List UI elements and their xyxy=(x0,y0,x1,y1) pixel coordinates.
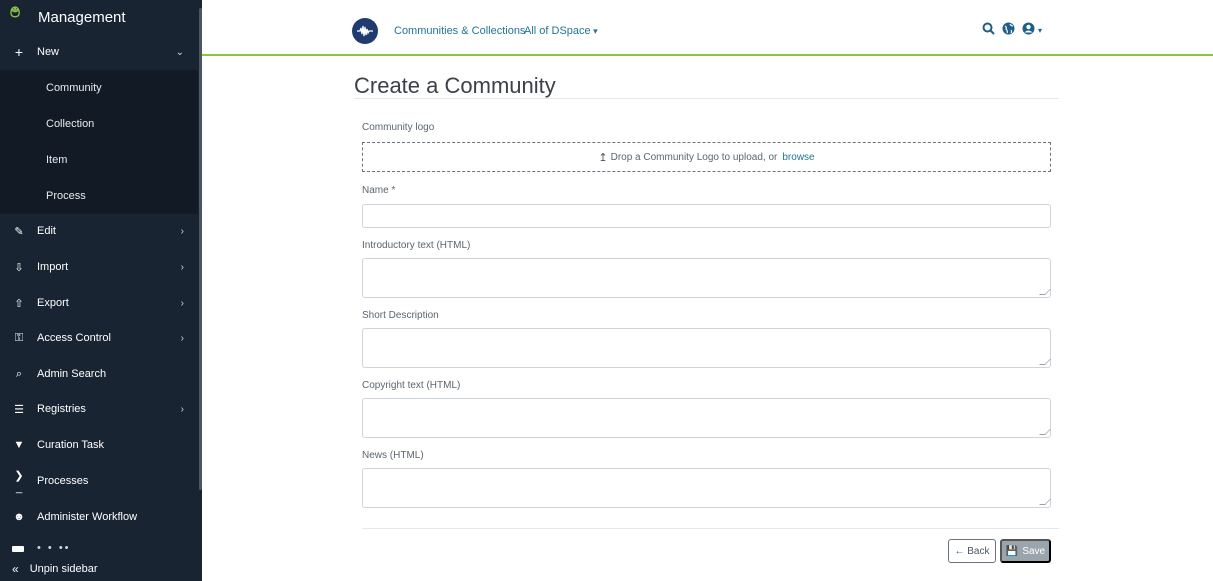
short-description-label: Short Description xyxy=(362,310,439,321)
export-icon: ⇧ xyxy=(14,297,24,310)
sidebar-item-curation-task[interactable]: ▼ Curation Task xyxy=(0,427,198,463)
sidebar-item-export[interactable]: ⇧ Export › xyxy=(0,285,198,321)
form-divider xyxy=(362,528,1059,529)
sidebar-item-partial[interactable]: • • •• xyxy=(0,544,198,556)
browse-link[interactable]: browse xyxy=(782,152,814,163)
key-icon: ⚿ xyxy=(14,331,24,344)
sidebar-item-access-control[interactable]: ⚿ Access Control › xyxy=(0,320,198,356)
partial-icon xyxy=(12,546,24,552)
user-circle-icon[interactable] xyxy=(1022,22,1035,38)
header-icons: ▾ xyxy=(982,22,1042,38)
nav-all-of-dspace[interactable]: All of DSpace xyxy=(524,25,598,37)
community-logo-label: Community logo xyxy=(362,122,435,133)
sidebar-subitem-collection[interactable]: Collection xyxy=(0,106,198,142)
logo-dropzone[interactable]: ↥ Drop a Community Logo to upload, or br… xyxy=(362,142,1051,172)
sidebar-subitem-community[interactable]: Community xyxy=(0,70,198,106)
save-label: Save xyxy=(1022,545,1046,557)
sidebar-item-admin-search[interactable]: ⌕ Admin Search xyxy=(0,356,198,392)
upload-icon: ↥ xyxy=(598,151,608,164)
sidebar-item-import[interactable]: ⇩ Import › xyxy=(0,249,198,285)
sidebar-item-registries[interactable]: ☰ Registries › xyxy=(0,391,198,427)
name-label: Name * xyxy=(362,185,396,196)
sidebar-item-label: Import xyxy=(37,261,69,273)
unpin-sidebar-label: Unpin sidebar xyxy=(29,563,98,575)
search-icon[interactable] xyxy=(982,22,995,38)
copyright-text-textarea[interactable] xyxy=(362,398,1051,438)
intro-text-textarea[interactable] xyxy=(362,258,1051,298)
dspace-logo-icon: ࿉ xyxy=(10,4,21,21)
sidebar-subitem-process[interactable]: Process xyxy=(0,178,198,214)
intro-text-label: Introductory text (HTML) xyxy=(362,240,471,251)
sidebar-item-processes[interactable]: ❯_ Processes xyxy=(0,463,198,499)
chevron-down-icon: ⌄ xyxy=(175,46,184,58)
save-icon: 💾 xyxy=(1005,545,1019,557)
sidebar-item-label: Access Control xyxy=(37,332,111,344)
sidebar-item-label: Curation Task xyxy=(37,439,105,451)
sidebar-title: Management xyxy=(38,8,126,26)
admin-sidebar: ࿉ Management + New ⌄ Community Collectio… xyxy=(0,0,202,581)
sidebar-item-label: Processes xyxy=(37,475,89,487)
top-header: Communities & Collections All of DSpace … xyxy=(202,0,1213,56)
title-divider xyxy=(354,98,1059,99)
copyright-text-label: Copyright text (HTML) xyxy=(362,380,461,391)
filter-icon: ▼ xyxy=(13,439,25,451)
dspace-logo[interactable] xyxy=(352,18,378,44)
dropzone-text: Drop a Community Logo to upload, or xyxy=(610,151,778,163)
dspace-wave-icon xyxy=(357,25,373,37)
list-icon: ☰ xyxy=(14,403,24,416)
save-button[interactable]: 💾 Save xyxy=(1000,539,1051,563)
sidebar-subitem-label: Collection xyxy=(46,118,95,130)
sidebar-subitem-item[interactable]: Item xyxy=(0,142,198,178)
back-button[interactable]: ← Back xyxy=(948,539,996,563)
partial-label: • • •• xyxy=(37,544,71,554)
unpin-sidebar-button[interactable]: « Unpin sidebar xyxy=(0,557,202,581)
chevron-right-icon: › xyxy=(180,261,184,273)
sidebar-item-label: Registries xyxy=(37,403,86,415)
nav-communities-collections[interactable]: Communities & Collections xyxy=(394,25,525,37)
page-title: Create a Community xyxy=(354,73,556,98)
globe-icon[interactable] xyxy=(1002,22,1015,38)
double-chevron-left-icon: « xyxy=(12,562,19,576)
chevron-right-icon: › xyxy=(180,225,184,237)
plus-icon: + xyxy=(14,44,24,60)
pencil-icon: ✎ xyxy=(14,225,24,238)
sidebar-subitem-label: Community xyxy=(46,82,102,94)
sidebar-item-label: Admin Search xyxy=(37,368,107,380)
news-textarea[interactable] xyxy=(362,468,1051,508)
import-icon: ⇩ xyxy=(14,261,24,274)
user-menu-caret-icon[interactable]: ▾ xyxy=(1038,26,1042,35)
sidebar-item-edit[interactable]: ✎ Edit › xyxy=(0,213,198,249)
sidebar-item-label: Administer Workflow xyxy=(37,511,138,523)
name-input[interactable] xyxy=(362,204,1051,228)
sidebar-subitem-label: Item xyxy=(46,154,68,166)
search-icon: ⌕ xyxy=(15,367,23,380)
sidebar-subitem-label: Process xyxy=(46,190,86,202)
sidebar-item-label: Edit xyxy=(37,225,56,237)
chevron-right-icon: › xyxy=(180,297,184,309)
chevron-right-icon: › xyxy=(180,403,184,415)
sidebar-scrollbar[interactable] xyxy=(199,8,202,490)
sidebar-item-label: Export xyxy=(37,297,69,309)
news-label: News (HTML) xyxy=(362,450,424,461)
sidebar-item-new[interactable]: + New ⌄ xyxy=(0,34,198,70)
sidebar-item-label: New xyxy=(37,46,60,58)
user-check-icon: ☻ xyxy=(13,511,25,523)
short-description-textarea[interactable] xyxy=(362,328,1051,368)
sidebar-header: ࿉ Management xyxy=(0,0,202,34)
terminal-icon: ❯_ xyxy=(14,469,24,494)
sidebar-item-administer-workflow[interactable]: ☻ Administer Workflow xyxy=(0,499,198,535)
chevron-right-icon: › xyxy=(180,332,184,344)
